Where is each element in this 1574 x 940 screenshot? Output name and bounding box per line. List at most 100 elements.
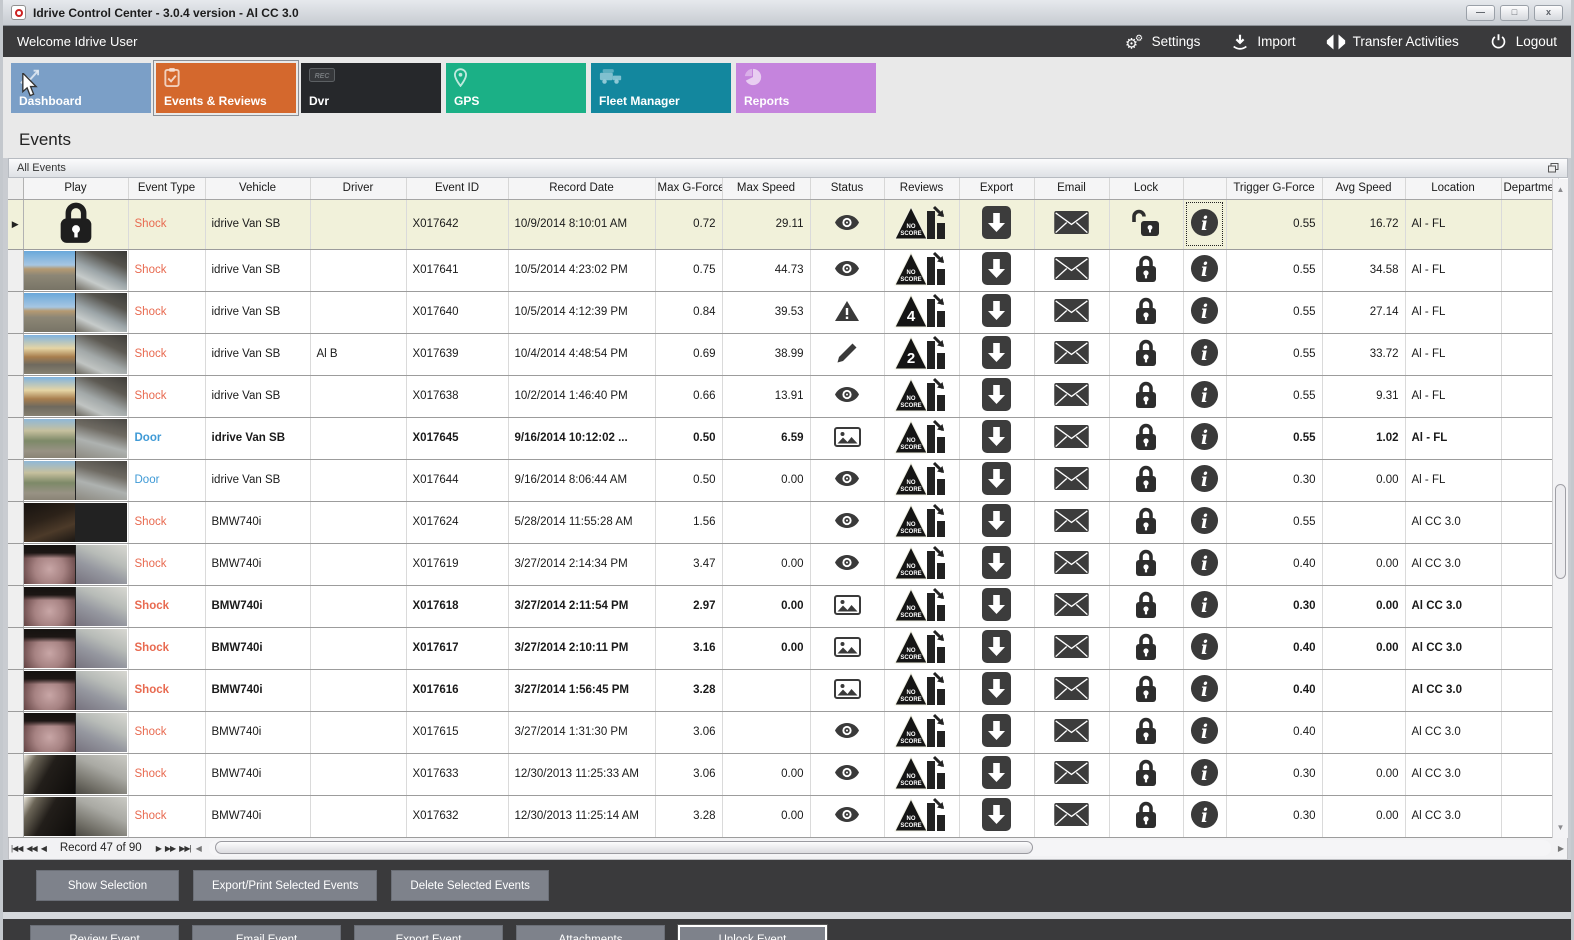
info-cell[interactable]: i xyxy=(1183,585,1227,628)
info-cell[interactable]: i xyxy=(1183,627,1227,670)
column-header-trigger-g-force[interactable]: Trigger G-Force xyxy=(1226,178,1323,200)
lock-cell[interactable] xyxy=(1109,795,1184,838)
event-thumbnail[interactable] xyxy=(24,460,127,500)
email-cell[interactable] xyxy=(1034,711,1110,754)
lock-cell[interactable] xyxy=(1109,585,1184,628)
export-cell[interactable] xyxy=(959,795,1035,838)
event-thumbnail[interactable] xyxy=(24,376,127,416)
review-score-icon[interactable]: NO SCORE xyxy=(893,712,950,750)
email-cell[interactable] xyxy=(1034,291,1110,334)
row-indicator[interactable] xyxy=(8,543,24,586)
topbar-action-transfer-activities[interactable]: Transfer Activities xyxy=(1326,32,1459,52)
row-indicator[interactable] xyxy=(8,585,24,628)
column-header-export[interactable]: Export xyxy=(959,178,1035,200)
info-cell[interactable]: i xyxy=(1183,291,1227,334)
row-indicator[interactable] xyxy=(8,669,24,712)
horizontal-scrollbar[interactable] xyxy=(208,840,1551,856)
export-icon[interactable] xyxy=(982,672,1011,705)
lock-closed-icon[interactable] xyxy=(1134,758,1158,788)
email-cell[interactable] xyxy=(1034,375,1110,418)
lock-closed-icon[interactable] xyxy=(1134,716,1158,746)
review-event-button[interactable]: Review Event xyxy=(30,925,179,940)
play-cell[interactable] xyxy=(23,375,129,418)
topbar-action-logout[interactable]: Logout xyxy=(1489,32,1557,52)
column-header-event-type[interactable]: Event Type xyxy=(128,178,206,200)
lock-closed-icon[interactable] xyxy=(1134,254,1158,284)
email-icon[interactable] xyxy=(1054,467,1089,490)
export-cell[interactable] xyxy=(959,333,1035,376)
info-icon[interactable]: i xyxy=(1190,800,1219,829)
lock-cell[interactable] xyxy=(1109,459,1184,502)
column-header-avg-speed[interactable]: Avg Speed xyxy=(1322,178,1406,200)
export-cell[interactable] xyxy=(959,291,1035,334)
scroll-up-icon[interactable]: ▲ xyxy=(1553,181,1568,197)
email-cell[interactable] xyxy=(1034,585,1110,628)
event-thumbnail[interactable] xyxy=(24,628,127,668)
email-icon[interactable] xyxy=(1054,211,1089,234)
reviews-cell[interactable]: NO SCORE xyxy=(884,753,960,796)
reviews-cell[interactable]: NO SCORE xyxy=(884,543,960,586)
export-icon[interactable] xyxy=(982,206,1011,239)
play-cell[interactable] xyxy=(23,333,129,376)
play-cell[interactable] xyxy=(23,249,129,292)
column-header-department[interactable]: Department xyxy=(1501,178,1559,200)
row-indicator[interactable] xyxy=(8,291,24,334)
export-cell[interactable] xyxy=(959,711,1035,754)
info-icon[interactable]: i xyxy=(1190,674,1219,703)
event-row-X017641[interactable]: Shock idrive Van SB X017641 10/5/2014 4:23:… xyxy=(8,249,1559,292)
email-cell[interactable] xyxy=(1034,501,1110,544)
lock-cell[interactable] xyxy=(1109,417,1184,460)
play-cell[interactable] xyxy=(23,501,129,544)
review-score-icon[interactable]: NO SCORE xyxy=(893,460,950,498)
row-indicator[interactable] xyxy=(8,375,24,418)
export-icon[interactable] xyxy=(982,252,1011,285)
column-header-location[interactable]: Location xyxy=(1405,178,1502,200)
lock-open-icon[interactable] xyxy=(1131,208,1161,238)
column-header-blank[interactable] xyxy=(8,178,24,200)
play-cell[interactable] xyxy=(23,753,129,796)
show-selection-button[interactable]: Show Selection xyxy=(36,870,179,901)
row-indicator[interactable] xyxy=(8,417,24,460)
export-icon[interactable] xyxy=(982,588,1011,621)
nav-tile-gps[interactable]: GPS xyxy=(446,63,586,113)
pager-right-2-button[interactable]: ▶▶| xyxy=(177,844,192,853)
lock-cell[interactable] xyxy=(1109,753,1184,796)
email-event-button[interactable]: Email Event xyxy=(192,925,341,940)
event-thumbnail[interactable] xyxy=(24,292,127,332)
lock-closed-icon[interactable] xyxy=(1134,296,1158,326)
play-cell[interactable] xyxy=(23,585,129,628)
event-thumbnail[interactable] xyxy=(24,796,127,836)
unlock-event-button[interactable]: Unlock Event xyxy=(677,924,828,940)
horizontal-scroll-thumb[interactable] xyxy=(214,841,1034,854)
info-icon[interactable]: i xyxy=(1190,548,1219,577)
event-row-X017617[interactable]: Shock BMW740i X017617 3/27/2014 2:10:11 PM 3… xyxy=(8,627,1559,670)
vertical-scrollbar[interactable]: ▲ ▼ xyxy=(1552,179,1568,838)
email-cell[interactable] xyxy=(1034,249,1110,292)
lock-cell[interactable] xyxy=(1109,375,1184,418)
email-icon[interactable] xyxy=(1054,299,1089,322)
event-row-X017644[interactable]: Door idrive Van SB X017644 9/16/2014 8:06:4… xyxy=(8,459,1559,502)
topbar-action-settings[interactable]: ⚙ ⚙ Settings xyxy=(1125,32,1201,52)
lock-cell[interactable] xyxy=(1109,669,1184,712)
info-icon[interactable]: i xyxy=(1190,422,1219,451)
event-thumbnail[interactable] xyxy=(24,334,127,374)
row-indicator[interactable] xyxy=(8,711,24,754)
info-cell[interactable]: i xyxy=(1183,543,1227,586)
panel-restore-icon[interactable] xyxy=(1548,163,1559,173)
hscroll-right-icon[interactable]: ▶ xyxy=(1555,844,1567,853)
reviews-cell[interactable]: NO SCORE xyxy=(884,795,960,838)
export-icon[interactable] xyxy=(982,504,1011,537)
export-cell[interactable] xyxy=(959,627,1035,670)
reviews-cell[interactable]: NO SCORE xyxy=(884,375,960,418)
export-icon[interactable] xyxy=(982,714,1011,747)
event-thumbnail[interactable] xyxy=(24,544,127,584)
column-header-play[interactable]: Play xyxy=(23,178,129,200)
scroll-down-icon[interactable]: ▼ xyxy=(1553,820,1568,836)
email-cell[interactable] xyxy=(1034,199,1110,250)
info-cell[interactable]: i xyxy=(1183,417,1227,460)
lock-closed-icon[interactable] xyxy=(1134,380,1158,410)
play-cell[interactable] xyxy=(23,795,129,838)
lock-closed-icon[interactable] xyxy=(1134,674,1158,704)
email-icon[interactable] xyxy=(1054,719,1089,742)
email-cell[interactable] xyxy=(1034,669,1110,712)
